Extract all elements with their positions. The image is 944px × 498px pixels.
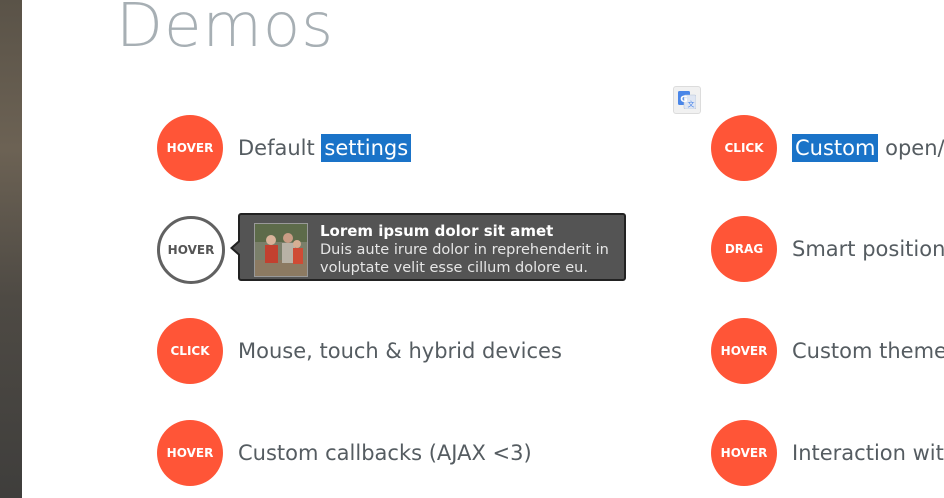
page-title: Demos — [116, 0, 335, 61]
demo-custom-theme[interactable]: HOVER Custom theme — [711, 318, 944, 384]
selected-text: Custom — [792, 134, 879, 162]
tooltip-photo — [254, 223, 308, 277]
tooltip-title: Lorem ipsum dolor sit amet — [320, 222, 554, 240]
demo-label[interactable]: Default settings — [238, 134, 412, 162]
demo-label[interactable]: Custom theme — [792, 339, 944, 363]
trigger-click-button[interactable]: CLICK — [157, 318, 223, 384]
tooltip-body: Duis aute irure dolor in reprehenderit i… — [320, 242, 609, 276]
demo-label[interactable]: Interaction wit — [792, 441, 944, 465]
trigger-drag-button[interactable]: DRAG — [711, 216, 777, 282]
selected-text: settings — [321, 134, 412, 162]
tooltip-arrow-fill — [233, 241, 241, 255]
demo-interaction[interactable]: HOVER Interaction wit — [711, 420, 944, 486]
demo-devices[interactable]: CLICK Mouse, touch & hybrid devices — [157, 318, 562, 384]
google-translate-icon[interactable]: G 文 — [673, 86, 701, 114]
trigger-hover-button[interactable]: HOVER — [711, 318, 777, 384]
demo-tooltip-hover[interactable]: HOVER — [157, 216, 225, 284]
trigger-click-button[interactable]: CLICK — [711, 115, 777, 181]
trigger-hover-button[interactable]: HOVER — [711, 420, 777, 486]
trigger-hover-button[interactable]: HOVER — [157, 420, 223, 486]
demo-callbacks[interactable]: HOVER Custom callbacks (AJAX <3) — [157, 420, 532, 486]
demo-smart-position[interactable]: DRAG Smart position — [711, 216, 944, 282]
translate-glyph-icon: G 文 — [678, 91, 696, 109]
trigger-hover-button-active[interactable]: HOVER — [157, 216, 225, 284]
trigger-hover-button[interactable]: HOVER — [157, 115, 223, 181]
demo-custom-open-close[interactable]: CLICK Custom open/c — [711, 115, 944, 181]
svg-text:文: 文 — [688, 100, 695, 109]
demo-label[interactable]: Custom callbacks (AJAX <3) — [238, 441, 532, 465]
page: Demos G 文 HOVER Default settings HOVER C… — [0, 0, 944, 498]
people-photo-icon — [255, 224, 307, 276]
demo-label[interactable]: Custom open/c — [792, 134, 944, 162]
tooltip: Lorem ipsum dolor sit amet Duis aute iru… — [230, 213, 626, 281]
demo-default-settings[interactable]: HOVER Default settings — [157, 115, 412, 181]
demo-label[interactable]: Smart position — [792, 237, 944, 261]
background-photo-strip — [0, 0, 22, 498]
demo-label[interactable]: Mouse, touch & hybrid devices — [238, 339, 562, 363]
